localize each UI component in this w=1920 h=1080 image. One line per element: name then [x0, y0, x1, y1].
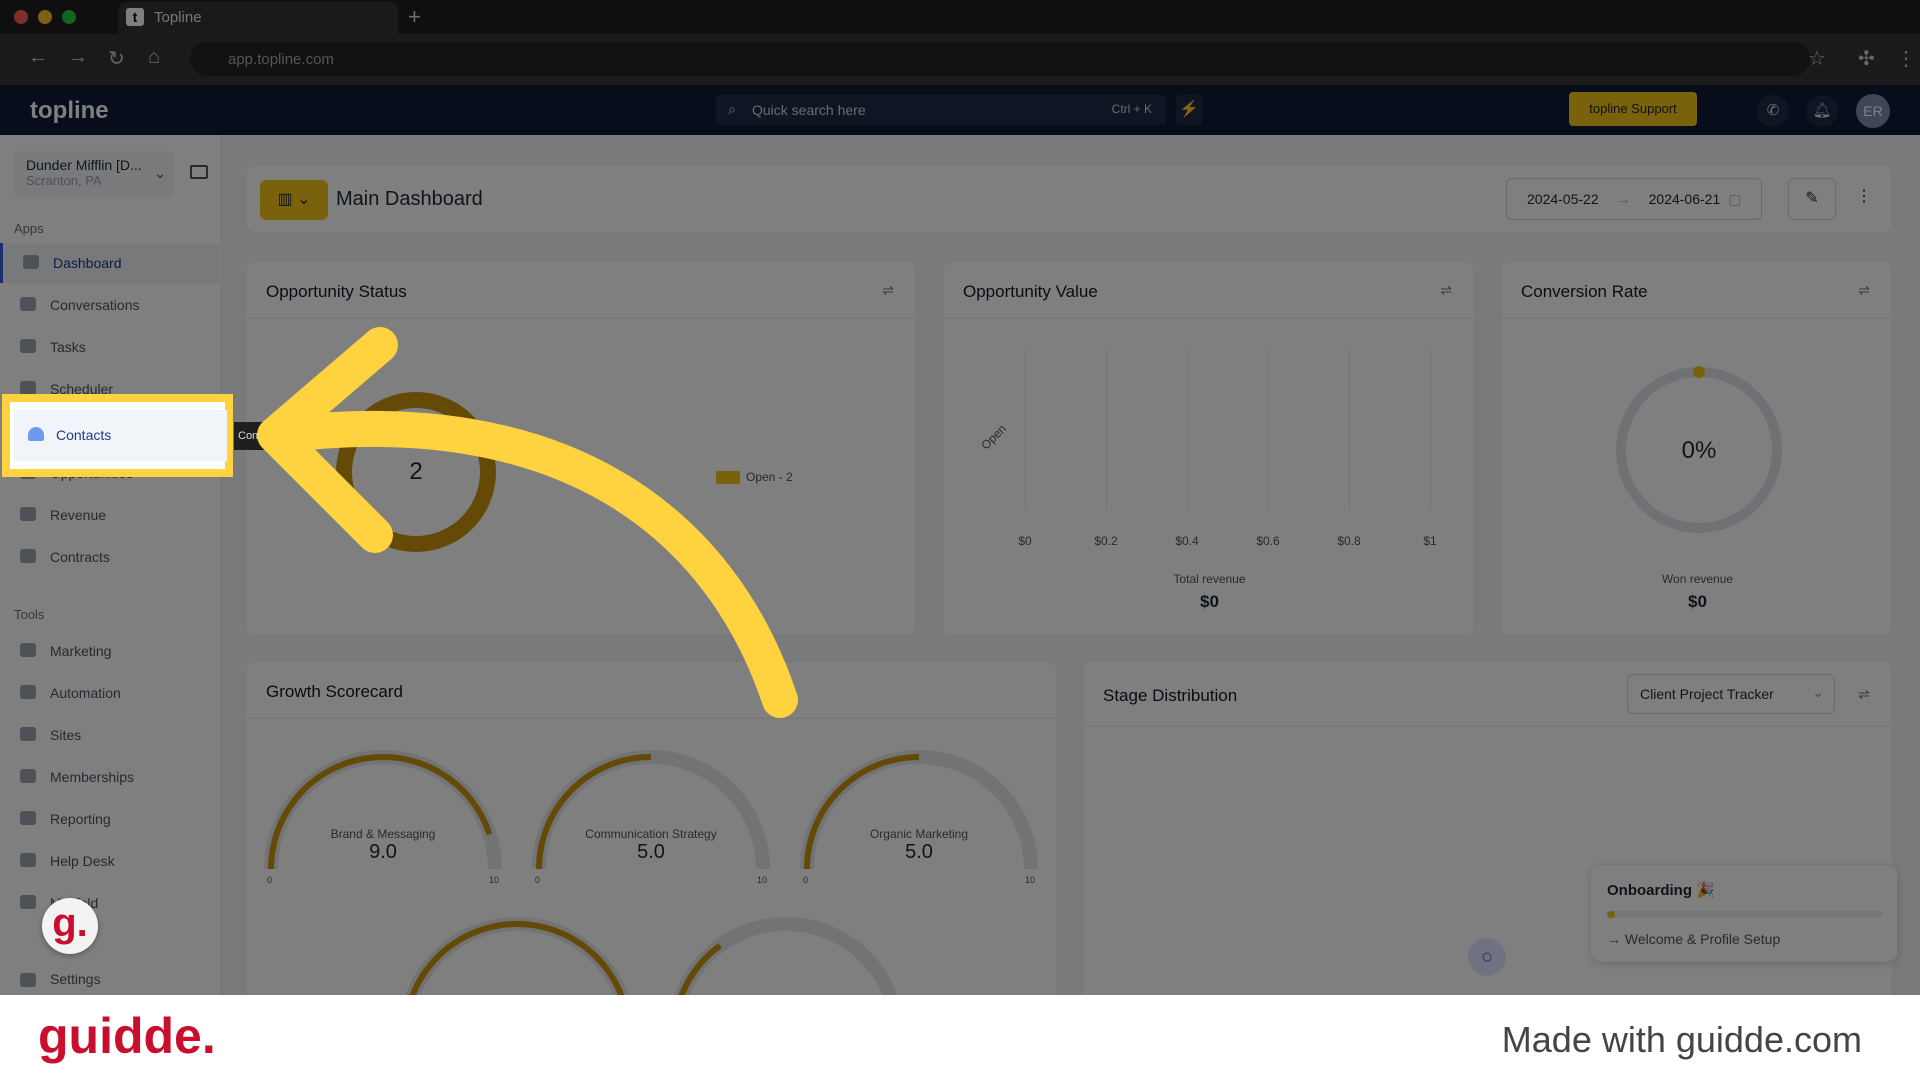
arrow-shaft [262, 410, 798, 718]
guidde-footer: guidde. Made with guidde.com [0, 995, 1920, 1080]
made-with-text: Made with guidde.com [1501, 1019, 1862, 1060]
guidde-logo: guidde. [38, 1008, 216, 1064]
annotation-arrow [257, 327, 798, 718]
guidde-badge-icon[interactable]: g. [42, 898, 98, 954]
